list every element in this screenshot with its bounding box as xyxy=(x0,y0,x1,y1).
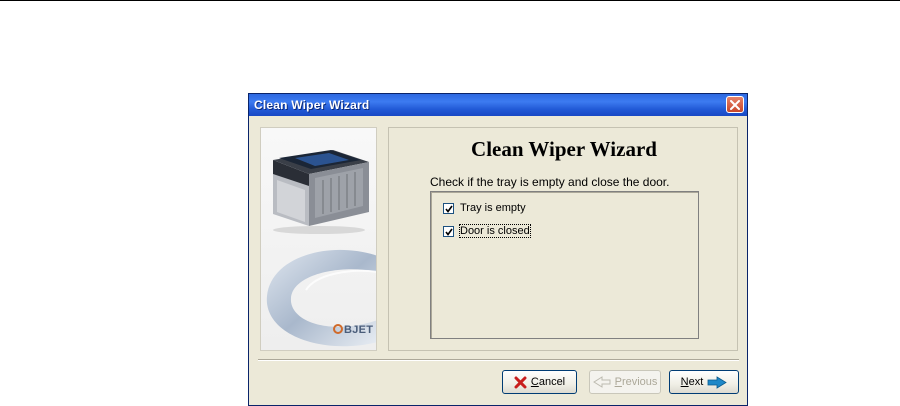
checkbox-label: Tray is empty xyxy=(460,202,526,214)
objet-logo: BJET xyxy=(333,324,373,336)
checkmark-icon xyxy=(445,205,453,213)
checkbox-group: Tray is empty Door is closed xyxy=(430,191,699,339)
checkbox-label: Door is closed xyxy=(459,224,531,238)
button-separator xyxy=(258,359,739,361)
window-title: Clean Wiper Wizard xyxy=(254,98,370,112)
cancel-label: Cancel xyxy=(530,376,566,388)
instruction-text: Check if the tray is empty and close the… xyxy=(430,175,670,189)
wizard-side-image: BJET xyxy=(260,127,377,351)
checkmark-icon xyxy=(445,228,453,236)
cancel-button[interactable]: Cancel xyxy=(502,370,577,394)
previous-label: Previous xyxy=(614,376,658,388)
x-icon xyxy=(514,376,527,388)
checkbox-box[interactable] xyxy=(443,203,454,214)
wizard-dialog: Clean Wiper Wizard BJET Clean Wiper Wiza… xyxy=(248,93,748,406)
top-rule xyxy=(0,0,900,1)
right-arrow-icon xyxy=(707,375,728,389)
title-bar[interactable]: Clean Wiper Wizard xyxy=(249,94,747,116)
close-icon xyxy=(730,100,740,110)
page-heading: Clean Wiper Wizard xyxy=(471,137,657,161)
wizard-content-panel: Clean Wiper Wizard Check if the tray is … xyxy=(388,127,738,351)
checkbox-box[interactable] xyxy=(443,226,454,237)
previous-button[interactable]: Previous xyxy=(589,370,661,394)
next-label: Next xyxy=(680,376,704,388)
left-arrow-icon xyxy=(592,376,611,388)
printer-image xyxy=(273,150,369,234)
next-button[interactable]: Next xyxy=(669,370,739,394)
close-button[interactable] xyxy=(726,96,744,113)
